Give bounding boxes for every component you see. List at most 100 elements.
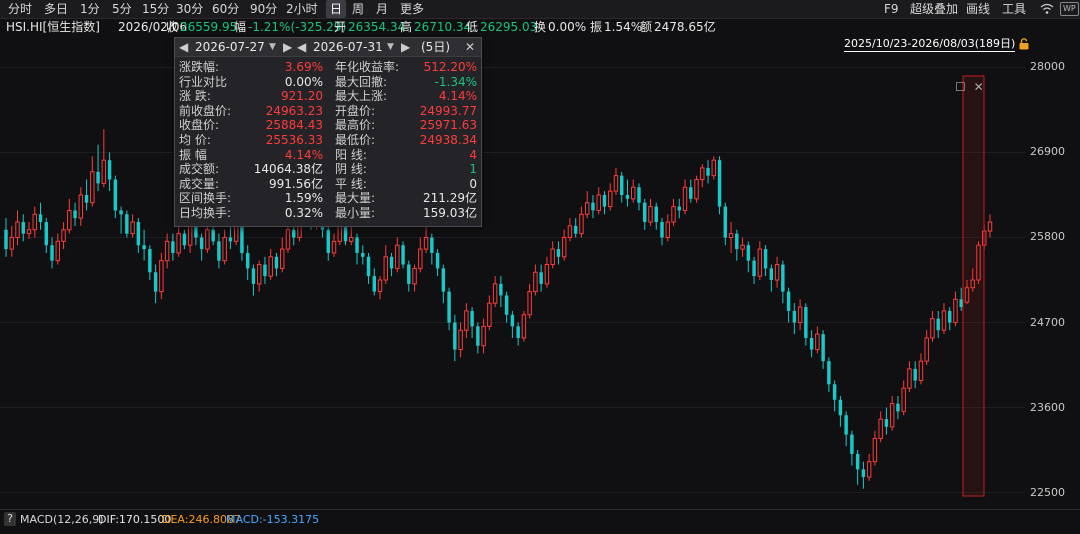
- stat-value: 921.20: [281, 89, 323, 104]
- candle: [752, 256, 756, 284]
- tab-5[interactable]: 30分: [176, 0, 203, 18]
- stat-value: 4.14%: [284, 147, 323, 162]
- interval-selection: [962, 75, 985, 497]
- tab-4[interactable]: 15分: [142, 0, 169, 18]
- candle: [637, 183, 641, 211]
- candle: [827, 357, 831, 393]
- candle: [407, 260, 411, 292]
- candle: [533, 264, 538, 296]
- candle: [395, 237, 400, 273]
- candle: [164, 233, 170, 269]
- candle: [591, 194, 595, 219]
- candle: [625, 179, 630, 207]
- wifi-icon[interactable]: [1040, 3, 1054, 15]
- candle: [423, 225, 429, 253]
- macd-label[interactable]: MACD(12,26,9): [20, 513, 104, 526]
- candle: [268, 249, 273, 280]
- date-range-link[interactable]: 2025/10/23-2026/08/03(189日): [844, 37, 1016, 52]
- tab-11[interactable]: 月: [376, 0, 388, 18]
- candle: [671, 198, 676, 226]
- candle: [740, 237, 745, 257]
- candle: [918, 353, 924, 385]
- next-end-arrow-icon[interactable]: ▶: [401, 38, 410, 56]
- candle: [746, 241, 751, 273]
- stat-value: 0: [469, 176, 477, 191]
- help-icon[interactable]: ?: [4, 512, 16, 526]
- tab-0[interactable]: 分时: [8, 0, 32, 18]
- tab-2[interactable]: 1分: [80, 0, 100, 18]
- stat-label: 均 价:: [179, 133, 211, 147]
- candle: [326, 225, 330, 261]
- stat-value: 3.69%: [284, 60, 323, 74]
- end-date-dropdown-icon[interactable]: ▼: [387, 38, 394, 56]
- candle: [279, 237, 285, 273]
- next-start-arrow-icon[interactable]: ▶: [283, 38, 292, 56]
- start-date-dropdown-icon[interactable]: ▼: [269, 38, 276, 56]
- candle: [349, 225, 354, 246]
- candle: [492, 276, 498, 308]
- candle: [735, 229, 739, 261]
- candle: [84, 179, 89, 211]
- stat-label: 年化收益率:: [335, 60, 400, 74]
- y-axis-label: 24700: [1030, 315, 1065, 329]
- restore-icon[interactable]: ☐: [955, 80, 966, 94]
- close-value: 26559.95: [180, 20, 238, 34]
- prev-end-arrow-icon[interactable]: ◀: [297, 38, 306, 56]
- candle: [119, 206, 123, 234]
- tab-9[interactable]: 日: [326, 0, 347, 18]
- candle: [476, 322, 480, 354]
- toolbar-right-item-0[interactable]: F9: [884, 0, 899, 18]
- candle: [821, 330, 825, 369]
- stat-value: 14064.38亿: [253, 162, 323, 177]
- amplitude-value: 1.54%: [604, 20, 643, 34]
- lock-icon[interactable]: [1019, 38, 1029, 50]
- candle: [73, 202, 77, 226]
- candlestick-chart[interactable]: [0, 52, 1080, 508]
- popup-close-icon[interactable]: ✕: [465, 38, 475, 56]
- prev-start-arrow-icon[interactable]: ◀: [179, 38, 188, 56]
- stat-label: 前收盘价:: [179, 103, 232, 118]
- candle: [711, 156, 717, 180]
- tab-12[interactable]: 更多: [400, 0, 424, 18]
- quote-info-bar: HSI.HI[恒生指数] 2026/02/06 收 26559.95 幅 -1.…: [0, 19, 1080, 35]
- tab-6[interactable]: 60分: [212, 0, 239, 18]
- tab-7[interactable]: 90分: [250, 0, 277, 18]
- candle: [361, 245, 365, 265]
- toolbar-right-item-3[interactable]: 工具: [1002, 0, 1026, 18]
- candle: [240, 222, 244, 261]
- start-date-picker[interactable]: 2026-07-27: [195, 38, 265, 56]
- close-icon[interactable]: ✕: [974, 80, 984, 94]
- candle: [706, 160, 710, 184]
- stat-value: 25884.43: [265, 118, 323, 133]
- candle: [728, 222, 734, 253]
- macd-indicator-bar: ? MACD(12,26,9) DIF:170.1500 DEA:246.808…: [0, 509, 1080, 534]
- high-value: 26710.34: [414, 20, 472, 34]
- candle: [366, 252, 371, 284]
- candle: [101, 129, 107, 188]
- end-date-picker[interactable]: 2026-07-31: [313, 38, 383, 56]
- candle: [682, 179, 688, 215]
- candle: [458, 322, 463, 358]
- interval-stats-popup: ◀ 2026-07-27 ▼ ▶ ◀ 2026-07-31 ▼ ▶ (5日) ✕…: [174, 37, 482, 227]
- candle: [769, 264, 774, 292]
- candle: [838, 395, 843, 427]
- stat-value: 24993.77: [419, 103, 477, 118]
- wp-icon[interactable]: WP: [1060, 2, 1079, 16]
- stat-value: 24938.34: [419, 133, 477, 147]
- tab-1[interactable]: 多日: [44, 0, 68, 18]
- toolbar-right-item-1[interactable]: 超级叠加: [910, 0, 958, 18]
- candle: [809, 330, 814, 358]
- stat-label: 平 线:: [335, 176, 367, 191]
- candle: [245, 245, 250, 280]
- tab-8[interactable]: 2小时: [286, 0, 318, 18]
- candle: [107, 152, 112, 192]
- candle: [700, 164, 705, 188]
- candle: [521, 310, 527, 342]
- candle: [372, 268, 377, 296]
- candle: [573, 218, 578, 238]
- tab-10[interactable]: 周: [352, 0, 364, 18]
- toolbar-right-item-2[interactable]: 画线: [966, 0, 990, 18]
- candle: [872, 430, 878, 466]
- tab-3[interactable]: 5分: [112, 0, 132, 18]
- candle: [148, 245, 152, 280]
